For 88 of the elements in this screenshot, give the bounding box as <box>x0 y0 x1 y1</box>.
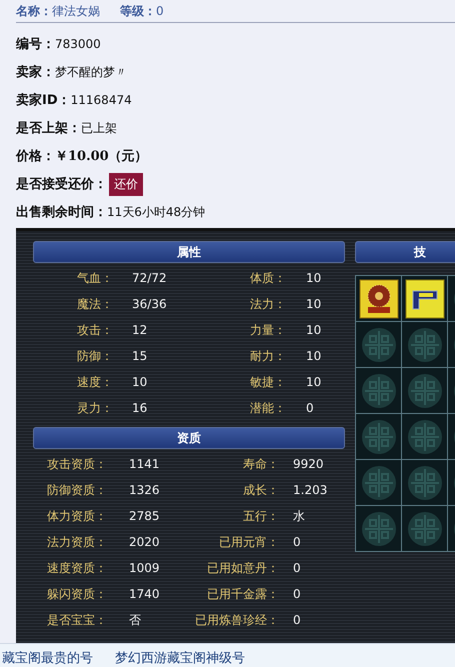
field-value: 783000 <box>55 37 101 51</box>
stat-label: 成长： <box>242 482 279 498</box>
stat-label: 防御： <box>77 348 114 364</box>
counter-offer-button[interactable]: 还价 <box>109 172 143 196</box>
stat-value: 0 <box>293 612 302 629</box>
field-label: 卖家： <box>16 64 55 81</box>
field-value: 梦不醒的梦〃 <box>55 64 127 80</box>
stat-value: 12 <box>132 322 148 339</box>
stat-label: 已用元宵： <box>218 534 279 550</box>
skill-slot[interactable] <box>356 276 402 322</box>
stat-label: 力量： <box>250 322 287 338</box>
stat-label: 体力资质： <box>47 508 108 524</box>
stat-value: 1009 <box>129 560 161 577</box>
stat-value: 0 <box>306 400 315 417</box>
knot-pattern-icon <box>406 326 444 364</box>
knot-pattern-icon <box>360 510 398 548</box>
stat-label: 体质： <box>250 270 287 286</box>
field-label: 价格： <box>16 148 55 165</box>
stat-value: 1326 <box>129 482 161 499</box>
stat-label: 已用炼兽珍经： <box>194 612 279 628</box>
stat-label: 潜能： <box>250 400 287 416</box>
stat-value: 0 <box>293 586 302 603</box>
stat-label: 魔法： <box>77 296 114 312</box>
stat-label: 寿命： <box>242 456 279 472</box>
knot-pattern-icon <box>406 418 444 456</box>
field-label: 卖家ID： <box>16 92 71 109</box>
stat-label: 攻击： <box>77 322 114 338</box>
stat-value: 1.203 <box>293 482 328 499</box>
field-value: 已上架 <box>81 120 117 136</box>
stat-value: 10 <box>132 374 148 391</box>
field-label: 是否接受还价： <box>16 176 107 193</box>
field-label: 出售剩余时间： <box>16 204 107 221</box>
field-value: 11168474 <box>70 93 132 107</box>
stat-label: 五行： <box>242 508 279 524</box>
stat-value: 16 <box>132 400 148 417</box>
emblem-icon <box>358 278 398 318</box>
stat-label: 已用如意丹： <box>206 560 279 576</box>
stat-label: 是否宝宝： <box>47 612 108 628</box>
knot-pattern-icon <box>360 372 398 410</box>
stat-value: 0 <box>293 560 302 577</box>
stat-label: 灵力： <box>77 400 114 416</box>
stat-value: 否 <box>129 612 142 628</box>
footer-link[interactable]: 梦幻西游藏宝阁神级号 <box>103 644 255 667</box>
level-label: 等级： <box>120 4 156 18</box>
knot-pattern-icon <box>360 464 398 502</box>
knot-pattern-icon <box>406 510 444 548</box>
attributes-header: 属性 <box>33 241 345 263</box>
knot-pattern-icon <box>360 418 398 456</box>
stat-value: 10 <box>306 374 322 391</box>
stat-value: 2785 <box>129 508 161 525</box>
stat-label: 躲闪资质： <box>47 586 108 602</box>
stat-label: 速度资质： <box>47 560 108 576</box>
stat-label: 敏捷： <box>250 374 287 390</box>
stat-value: 10 <box>306 270 322 287</box>
stat-label: 法力： <box>250 296 287 312</box>
knot-pattern-icon <box>406 464 444 502</box>
field-value: 11天6小时48分钟 <box>107 204 206 220</box>
stat-value: 36/36 <box>132 296 168 313</box>
stat-value: 0 <box>293 534 302 551</box>
stat-value: 水 <box>293 508 306 524</box>
stat-value: 72/72 <box>132 270 168 287</box>
stat-label: 耐力： <box>250 348 287 364</box>
field-label: 是否上架： <box>16 120 81 137</box>
footer-link[interactable]: 藏宝阁最贵的号 <box>0 644 103 667</box>
stat-label: 法力资质： <box>47 534 108 550</box>
field-label: 编号： <box>16 36 55 53</box>
stat-value: 9920 <box>293 456 325 473</box>
stat-value: 10 <box>306 322 322 339</box>
stat-label: 气血： <box>77 270 114 286</box>
skills-header: 技 <box>355 241 455 263</box>
skill-slot[interactable] <box>402 276 448 322</box>
level-value: 0 <box>156 4 164 18</box>
name-label: 名称： <box>16 4 52 18</box>
stat-value: 10 <box>306 348 322 365</box>
knot-pattern-icon <box>406 372 444 410</box>
qualities-header: 资质 <box>33 427 345 449</box>
stat-value: 2020 <box>129 534 161 551</box>
stat-value: 10 <box>306 296 322 313</box>
stat-label: 已用千金露： <box>206 586 279 602</box>
stat-label: 攻击资质： <box>47 456 108 472</box>
price-value: ￥10.00（元） <box>55 148 148 165</box>
name-value: 律法女娲 <box>52 4 100 18</box>
knot-pattern-icon <box>360 326 398 364</box>
stat-value: 1740 <box>129 586 161 603</box>
stat-label: 防御资质： <box>47 482 108 498</box>
stat-value: 1141 <box>129 456 161 473</box>
stat-label: 速度： <box>77 374 114 390</box>
stat-value: 15 <box>132 348 148 365</box>
